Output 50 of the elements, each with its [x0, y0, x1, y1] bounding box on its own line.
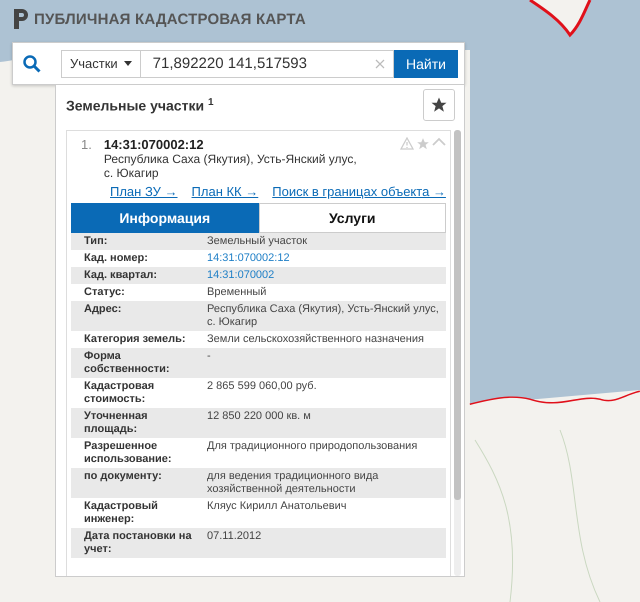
- field-label: Уточненная площадь:: [84, 410, 149, 436]
- field-label: Дата постановки на учет:: [84, 530, 193, 556]
- search-icon[interactable]: [23, 54, 41, 72]
- scrollbar[interactable]: [454, 130, 461, 576]
- field-value: Временный: [207, 286, 268, 299]
- field-label: Адрес:: [84, 303, 122, 317]
- find-button[interactable]: Найти: [394, 50, 458, 78]
- field-label: Кадастровый инженер:: [84, 500, 159, 526]
- field-link[interactable]: 14:31:070002: [207, 269, 446, 282]
- app-title: ПУБЛИЧНАЯ КАДАСТРОВАЯ КАРТА: [34, 10, 306, 28]
- tab[interactable]: Информация: [71, 203, 258, 233]
- field-value: Земли сельскохозяйственного назначения: [207, 333, 425, 346]
- search-value: 71,892220 141,517593: [152, 55, 307, 72]
- field-label: Кад. номер:: [84, 252, 149, 265]
- favorite-button[interactable]: [423, 89, 455, 121]
- field-value: для ведения традиционного вида хозяйственной деятельности: [207, 470, 380, 496]
- collapse-icon[interactable]: [432, 137, 446, 147]
- caret-icon: [124, 61, 132, 66]
- field-value: 2 865 599 060,00 руб.: [207, 380, 318, 394]
- field-label: Категория земель:: [84, 333, 187, 346]
- field-label: Форма собственности:: [84, 350, 171, 376]
- tab[interactable]: Услуги: [258, 203, 446, 233]
- results-title: Земельные участки $^{1}$: [66, 96, 214, 114]
- plan-link[interactable]: Поиск в границах объекта →: [272, 184, 446, 199]
- star-icon: [430, 96, 448, 114]
- field-label: Статус:: [84, 286, 126, 299]
- result-address: Республика Саха (Якутия), Усть-Янский улус, с. Юкагир: [104, 152, 358, 180]
- category-dropdown[interactable]: Участки: [61, 50, 141, 78]
- plan-link[interactable]: План ЗУ →: [110, 184, 178, 199]
- field-label: Кад. квартал:: [84, 269, 158, 282]
- field-value: 07.11.2012: [207, 530, 262, 544]
- field-label: по документу:: [84, 470, 163, 484]
- warning-icon[interactable]: [400, 137, 414, 150]
- star-icon[interactable]: [416, 137, 430, 151]
- clear-icon[interactable]: [375, 58, 385, 68]
- field-label: Разрешенное использование:: [84, 440, 173, 466]
- field-link[interactable]: 14:31:070002:12: [207, 252, 446, 265]
- logo-icon: [12, 8, 28, 30]
- field-label: Тип:: [84, 235, 108, 248]
- field-value: -: [207, 350, 212, 364]
- search-field[interactable]: 71,892220 141,517593: [140, 50, 394, 78]
- field-value: Кляус Кирилл Анатольевич: [207, 500, 348, 514]
- plan-link[interactable]: План КК →: [192, 184, 258, 199]
- field-value: Республика Саха (Якутия), Усть-Янский улус, с. Юкагир: [207, 303, 440, 329]
- field-value: Для традиционного природопользования: [207, 440, 418, 454]
- cadastral-number[interactable]: 14:31:070002:12: [104, 137, 388, 152]
- result-index: 1.: [81, 137, 92, 154]
- field-value: 12 850 220 000 кв. м: [207, 410, 312, 424]
- field-label: Кадастровая стоимость:: [84, 380, 156, 406]
- field-value: Земельный участок: [207, 235, 308, 248]
